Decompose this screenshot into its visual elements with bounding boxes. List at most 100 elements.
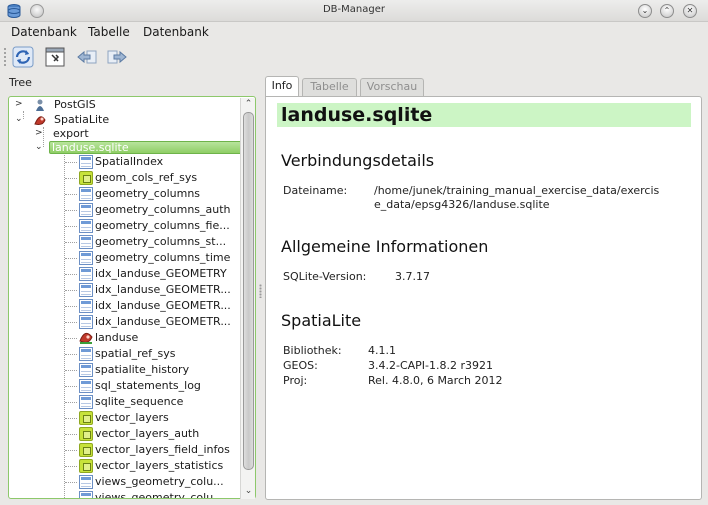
tree-item-table[interactable]: spatial_ref_sys <box>9 346 239 362</box>
postgis-icon <box>36 99 44 111</box>
tree-item-table[interactable]: idx_landuse_GEOMETR... <box>9 314 239 330</box>
scroll-up-icon[interactable]: ⌃ <box>241 98 256 110</box>
tree-item-table[interactable]: idx_landuse_GEOMETRY <box>9 266 239 282</box>
chevron-down-icon: ⌄ <box>641 6 649 15</box>
tree-item-table[interactable]: sql_statements_log <box>9 378 239 394</box>
tree-item-table[interactable]: geometry_columns_st... <box>9 234 239 250</box>
geos-value: 3.4.2-CAPI-1.8.2 r3921 <box>368 359 494 372</box>
menu-datenbank-2[interactable]: Datenbank <box>143 25 209 39</box>
tree-item-table[interactable]: vector_layers_auth <box>9 426 239 442</box>
tab-info[interactable]: Info <box>265 76 299 96</box>
tree-item-landuse-sqlite[interactable]: landuse.sqlite <box>49 141 245 154</box>
menu-tabelle[interactable]: Tabelle <box>88 25 130 39</box>
table-icon <box>79 475 93 489</box>
tree-item-label: idx_landuse_GEOMETR... <box>95 299 231 312</box>
tree-item-table[interactable]: views_geometry_colu... <box>9 474 239 490</box>
view-icon <box>79 427 93 441</box>
proj-value: Rel. 4.8.0, 6 March 2012 <box>368 374 503 387</box>
tree-item-label: sql_statements_log <box>95 379 201 392</box>
table-icon <box>79 491 93 498</box>
tree-view[interactable]: > PostGIS ⌄ SpatiaLite > export ⌄ landus… <box>8 96 256 499</box>
tree-item-label: vector_layers <box>95 411 169 424</box>
library-value: 4.1.1 <box>368 344 396 357</box>
tree-scrollbar[interactable]: ⌃ ⌄ <box>240 98 255 499</box>
spatialite-heading: SpatiaLite <box>281 311 362 330</box>
export-icon[interactable] <box>106 46 128 68</box>
tree-item-table[interactable]: idx_landuse_GEOMETR... <box>9 298 239 314</box>
tree-item-label: SpatialIndex <box>95 155 164 168</box>
tree-item-label: idx_landuse_GEOMETRY <box>95 267 227 280</box>
tree-item-label: geometry_columns_auth <box>95 203 231 216</box>
tree-item-table[interactable]: geometry_columns_fie... <box>9 218 239 234</box>
table-icon <box>79 187 93 201</box>
tree-item-label: vector_layers_statistics <box>95 459 224 472</box>
tree-item-label: idx_landuse_GEOMETR... <box>95 315 231 328</box>
tab-vorschau[interactable]: Vorschau <box>360 78 424 96</box>
table-icon <box>79 219 93 233</box>
menu-datenbank[interactable]: Datenbank <box>11 25 77 39</box>
tree-item-label: geometry_columns_fie... <box>95 219 230 232</box>
table-icon <box>79 299 93 313</box>
minimize-button[interactable]: ⌄ <box>638 4 652 18</box>
table-icon <box>79 267 93 281</box>
sqlite-version-label: SQLite-Version: <box>283 270 367 283</box>
scrollbar-thumb[interactable] <box>243 112 254 470</box>
tree-item-table[interactable]: geometry_columns <box>9 186 239 202</box>
tree-item-table[interactable]: geometry_columns_auth <box>9 202 239 218</box>
tree-item-label: landuse <box>95 331 139 344</box>
chevron-up-icon: ⌃ <box>663 6 671 15</box>
scroll-down-icon[interactable]: ⌄ <box>241 485 256 497</box>
tree-item-label: geometry_columns <box>95 187 201 200</box>
tree-item-table[interactable]: idx_landuse_GEOMETR... <box>9 282 239 298</box>
layer-icon <box>79 331 93 345</box>
table-icon <box>79 315 93 329</box>
toolbar <box>0 43 708 71</box>
tree-item-label: geometry_columns_st... <box>95 235 227 248</box>
toolbar-grip[interactable] <box>3 47 7 67</box>
tree-item-label: vector_layers_auth <box>95 427 200 440</box>
sql-window-icon[interactable] <box>44 46 66 68</box>
tree-item-label: vector_layers_field_infos <box>95 443 230 456</box>
table-icon <box>79 347 93 361</box>
tree-item-table[interactable]: vector_layers <box>9 410 239 426</box>
geos-label: GEOS: <box>283 359 318 372</box>
maximize-button[interactable]: ⌃ <box>660 4 674 18</box>
splitter-handle[interactable] <box>259 284 262 298</box>
spatialite-icon <box>34 116 46 125</box>
tree-item-table[interactable]: geometry_columns_time <box>9 250 239 266</box>
table-icon <box>79 203 93 217</box>
view-icon <box>79 443 93 457</box>
filename-value-line2: e_data/epsg4326/landuse.sqlite <box>374 198 550 211</box>
refresh-icon[interactable] <box>12 46 34 68</box>
tree-label: Tree <box>9 76 32 89</box>
table-icon <box>79 251 93 265</box>
close-button[interactable]: ✕ <box>683 4 697 18</box>
tree-item-table[interactable]: views_geometry_colu... <box>9 490 239 499</box>
tree-item-table[interactable]: geom_cols_ref_sys <box>9 170 239 186</box>
table-icon <box>79 379 93 393</box>
tree-item-table[interactable]: spatialite_history <box>9 362 239 378</box>
tree-item-table[interactable]: SpatialIndex <box>9 154 239 170</box>
tree-item-postgis[interactable]: > PostGIS <box>9 97 239 113</box>
expand-arrow-icon[interactable]: > <box>15 100 24 109</box>
tree-item-table[interactable]: sqlite_sequence <box>9 394 239 410</box>
tab-tabelle[interactable]: Tabelle <box>302 78 357 96</box>
tree-item-table[interactable]: landuse <box>9 330 239 346</box>
library-label: Bibliothek: <box>283 344 342 357</box>
tree-item-label: views_geometry_colu... <box>95 475 224 488</box>
tree-item-label: spatial_ref_sys <box>95 347 176 360</box>
table-icon <box>79 283 93 297</box>
tree-item-label: views_geometry_colu... <box>95 491 224 499</box>
tree-item-table[interactable]: vector_layers_statistics <box>9 458 239 474</box>
table-icon <box>79 363 93 377</box>
proj-label: Proj: <box>283 374 308 387</box>
view-icon <box>79 411 93 425</box>
tree-item-table[interactable]: vector_layers_field_infos <box>9 442 239 458</box>
sqlite-version-value: 3.7.17 <box>395 270 430 283</box>
menu-bar: Datenbank Tabelle Datenbank <box>0 22 708 42</box>
connection-heading: Verbindungsdetails <box>281 151 435 170</box>
filename-value-line1: /home/junek/training_manual_exercise_dat… <box>374 184 660 197</box>
view-icon <box>79 459 93 473</box>
tree-item-label: geometry_columns_time <box>95 251 231 264</box>
import-icon[interactable] <box>76 46 98 68</box>
